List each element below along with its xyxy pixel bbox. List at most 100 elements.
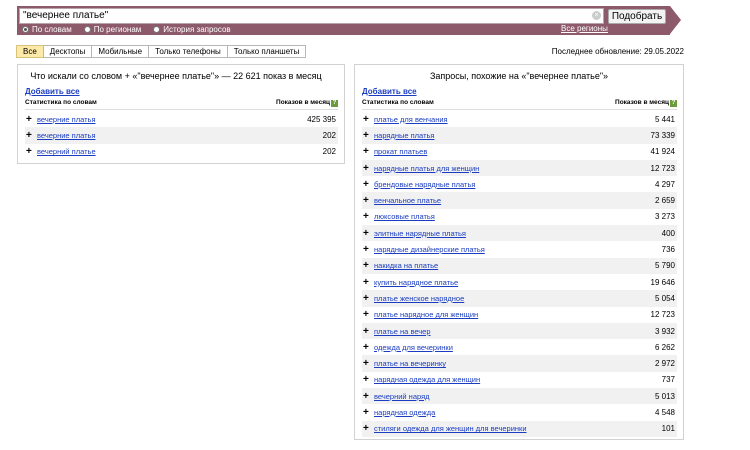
impressions-count: 73 339 bbox=[650, 130, 675, 140]
plus-icon[interactable]: + bbox=[362, 391, 374, 402]
query-link[interactable]: люксовые платья bbox=[374, 212, 655, 221]
query-link[interactable]: платье на вечер bbox=[374, 327, 655, 336]
search-input[interactable]: "вечернее платье" bbox=[19, 8, 604, 24]
plus-icon[interactable]: + bbox=[362, 407, 374, 418]
query-link[interactable]: нарядная одежда bbox=[374, 408, 655, 417]
mode-label: По словам bbox=[32, 25, 72, 34]
query-link[interactable]: прокат платьев bbox=[374, 147, 651, 156]
plus-icon[interactable]: + bbox=[25, 114, 37, 125]
plus-icon[interactable]: + bbox=[362, 244, 374, 255]
query-link[interactable]: одежда для вечеринки bbox=[374, 343, 655, 352]
add-all-link[interactable]: Добавить все bbox=[362, 87, 683, 96]
mode-query-history[interactable]: История запросов bbox=[153, 25, 231, 34]
plus-icon[interactable]: + bbox=[362, 146, 374, 157]
device-tabs: Все Десктопы Мобильные Только телефоны Т… bbox=[16, 45, 307, 58]
search-button[interactable]: Подобрать bbox=[608, 9, 666, 24]
plus-icon[interactable]: + bbox=[362, 358, 374, 369]
query-link[interactable]: венчальное платье bbox=[374, 196, 655, 205]
add-all-link[interactable]: Добавить все bbox=[25, 87, 344, 96]
query-link[interactable]: вечерние платья bbox=[37, 131, 323, 140]
panel-title: Запросы, похожие на «"вечернее платье"» bbox=[429, 71, 609, 81]
all-regions-link[interactable]: Все регионы bbox=[561, 24, 608, 33]
plus-icon[interactable]: + bbox=[362, 228, 374, 239]
query-link[interactable]: вечерние платья bbox=[37, 115, 307, 124]
tab-tablets-only[interactable]: Только планшеты bbox=[226, 45, 307, 58]
col-count: Показов в месяц? bbox=[276, 99, 338, 107]
search-bar-arrow bbox=[670, 6, 681, 34]
mode-by-regions[interactable]: По регионам bbox=[83, 25, 142, 34]
query-link[interactable]: платье нарядное для женщин bbox=[374, 310, 651, 319]
words-stats-panel: Что искали со словом + «"вечернее платье… bbox=[17, 64, 345, 164]
query-link[interactable]: вечерний наряд bbox=[374, 392, 655, 401]
plus-icon[interactable]: + bbox=[362, 309, 374, 320]
query-link[interactable]: нарядные дизайнерские платья bbox=[374, 245, 662, 254]
tab-mobile[interactable]: Мобильные bbox=[91, 45, 150, 58]
plus-icon[interactable]: + bbox=[25, 130, 37, 141]
table-row: + платье женское нарядное 5 054 bbox=[362, 290, 677, 307]
impressions-count: 736 bbox=[661, 245, 675, 255]
query-link[interactable]: платье на вечеринку bbox=[374, 359, 655, 368]
plus-icon[interactable]: + bbox=[362, 374, 374, 385]
query-link[interactable]: платье женское нарядное bbox=[374, 294, 655, 303]
help-icon[interactable]: ? bbox=[331, 100, 338, 107]
plus-icon[interactable]: + bbox=[362, 342, 374, 353]
table-row: + брендовые нарядные платья 4 297 bbox=[362, 176, 677, 192]
mode-label: История запросов bbox=[163, 25, 231, 34]
search-mode-group: По словам По регионам История запросов bbox=[22, 25, 231, 34]
tab-phones-only[interactable]: Только телефоны bbox=[148, 45, 228, 58]
impressions-count: 101 bbox=[661, 424, 675, 434]
radio-icon[interactable] bbox=[153, 26, 161, 33]
table-row: + люксовые платья 3 273 bbox=[362, 209, 677, 225]
impressions-count: 5 013 bbox=[654, 391, 675, 401]
col-words: Статистика по словам bbox=[362, 99, 434, 106]
help-icon[interactable]: ? bbox=[670, 100, 677, 107]
table-row: + купить нарядное платье 19 646 bbox=[362, 274, 677, 290]
query-link[interactable]: брендовые нарядные платья bbox=[374, 180, 655, 189]
table-row: + вечерние платья 202 bbox=[25, 127, 338, 144]
plus-icon[interactable]: + bbox=[362, 293, 374, 304]
plus-icon[interactable]: + bbox=[362, 114, 374, 125]
mode-label: По регионам bbox=[93, 25, 142, 34]
plus-icon[interactable]: + bbox=[25, 146, 37, 157]
plus-icon[interactable]: + bbox=[362, 130, 374, 141]
query-link[interactable]: платье для венчания bbox=[374, 115, 655, 124]
query-link[interactable]: стиляги одежда для женщин для вечеринки bbox=[374, 424, 662, 433]
plus-icon[interactable]: + bbox=[362, 423, 374, 434]
table-row: + венчальное платье 2 659 bbox=[362, 192, 677, 209]
mode-by-words[interactable]: По словам bbox=[22, 25, 72, 34]
impressions-count: 3 932 bbox=[654, 326, 675, 336]
plus-icon[interactable]: + bbox=[362, 195, 374, 206]
tab-all[interactable]: Все bbox=[16, 45, 44, 58]
impressions-count: 2 659 bbox=[654, 196, 675, 206]
col-count: Показов в месяц? bbox=[615, 99, 677, 107]
plus-icon[interactable]: + bbox=[362, 260, 374, 271]
impressions-count: 4 548 bbox=[654, 407, 675, 417]
query-link[interactable]: накидка на платье bbox=[374, 261, 655, 270]
table-row: + платье для венчания 5 441 bbox=[362, 111, 677, 127]
query-link[interactable]: нарядная одежда для женщин bbox=[374, 375, 662, 384]
query-link[interactable]: элитные нарядные платья bbox=[374, 229, 662, 238]
col-words: Статистика по словам bbox=[25, 99, 97, 106]
plus-icon[interactable]: + bbox=[362, 277, 374, 288]
radio-icon[interactable] bbox=[83, 26, 91, 33]
query-link[interactable]: нарядные платья для женщин bbox=[374, 164, 651, 173]
panel-title: Что искали со словом + «"вечернее платье… bbox=[30, 71, 322, 81]
table-row: + платье на вечеринку 2 972 bbox=[362, 355, 677, 372]
plus-icon[interactable]: + bbox=[362, 163, 374, 174]
query-link[interactable]: нарядные платья bbox=[374, 131, 651, 140]
plus-icon[interactable]: + bbox=[362, 326, 374, 337]
similar-table: + платье для венчания 5 441 + нарядные плать… bbox=[362, 111, 677, 437]
impressions-count: 19 646 bbox=[650, 277, 675, 287]
table-row: + элитные нарядные платья 400 bbox=[362, 225, 677, 242]
table-row: + одежда для вечеринки 6 262 bbox=[362, 339, 677, 355]
impressions-count: 737 bbox=[661, 375, 675, 385]
plus-icon[interactable]: + bbox=[362, 179, 374, 190]
radio-icon[interactable] bbox=[22, 26, 29, 33]
plus-icon[interactable]: + bbox=[362, 211, 374, 222]
impressions-count: 5 441 bbox=[654, 114, 675, 124]
clear-icon[interactable]: × bbox=[592, 11, 601, 20]
query-link[interactable]: вечерний платье bbox=[37, 147, 323, 156]
tab-desktops[interactable]: Десктопы bbox=[42, 45, 93, 58]
table-row: + нарядная одежда для женщин 737 bbox=[362, 372, 677, 388]
query-link[interactable]: купить нарядное платье bbox=[374, 278, 651, 287]
